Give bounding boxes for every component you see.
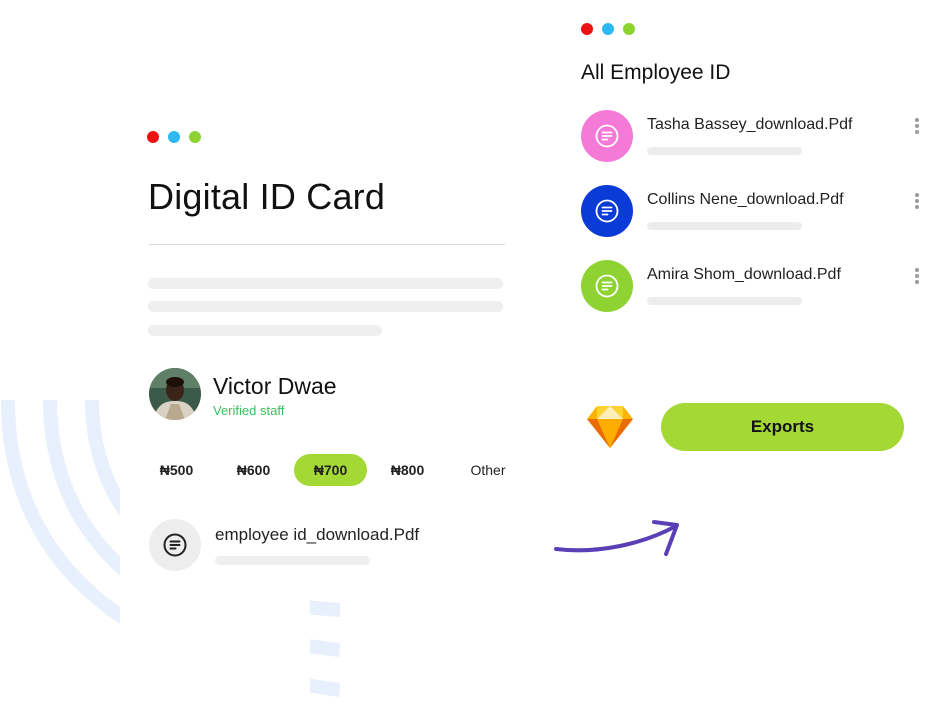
employee-file-name[interactable]: Collins Nene_download.Pdf	[647, 191, 844, 209]
employee-file-name[interactable]: Tasha Bassey_download.Pdf	[647, 116, 852, 134]
text-placeholder-line	[148, 278, 503, 289]
employee-meta-placeholder	[647, 222, 802, 230]
sketch-diamond-icon	[587, 406, 633, 448]
amount-selector: ₦500 ₦600 ₦700 ₦800 Other	[140, 454, 532, 486]
more-options-icon[interactable]	[909, 265, 925, 287]
file-meta-placeholder	[215, 556, 370, 565]
exports-button[interactable]: Exports	[661, 403, 904, 451]
dot-green	[623, 23, 635, 35]
dot-red	[581, 23, 593, 35]
amount-option-700-selected[interactable]: ₦700	[294, 454, 367, 486]
divider	[149, 244, 505, 245]
amount-option-other[interactable]: Other	[448, 454, 528, 486]
window-dots-card	[147, 131, 201, 143]
employee-meta-placeholder	[647, 147, 802, 155]
window-dots-panel	[581, 23, 635, 35]
dot-red	[147, 131, 159, 143]
curved-arrow-icon	[554, 520, 679, 556]
text-placeholder-line	[148, 301, 503, 312]
employee-file-name[interactable]: Amira Shom_download.Pdf	[647, 266, 841, 284]
panel-title: All Employee ID	[581, 61, 731, 84]
text-placeholder-line	[148, 325, 382, 336]
verified-status: Verified staff	[213, 403, 285, 418]
dot-green	[189, 131, 201, 143]
document-icon	[595, 124, 619, 148]
more-options-icon[interactable]	[909, 115, 925, 137]
employee-meta-placeholder	[647, 297, 802, 305]
person-name: Victor Dwae	[213, 373, 337, 399]
amount-option-800[interactable]: ₦800	[371, 454, 444, 486]
dot-blue	[602, 23, 614, 35]
amount-option-500[interactable]: ₦500	[140, 454, 213, 486]
dot-blue	[168, 131, 180, 143]
avatar	[149, 368, 201, 420]
amount-option-600[interactable]: ₦600	[217, 454, 290, 486]
more-options-icon[interactable]	[909, 190, 925, 212]
card-title: Digital ID Card	[148, 176, 386, 217]
employee-file-icon[interactable]	[581, 260, 633, 312]
employee-file-icon[interactable]	[581, 110, 633, 162]
file-name[interactable]: employee id_download.Pdf	[215, 525, 419, 545]
document-icon	[595, 199, 619, 223]
document-icon	[595, 274, 619, 298]
file-icon-button[interactable]	[149, 519, 201, 571]
employee-file-icon[interactable]	[581, 185, 633, 237]
document-icon	[163, 533, 187, 557]
